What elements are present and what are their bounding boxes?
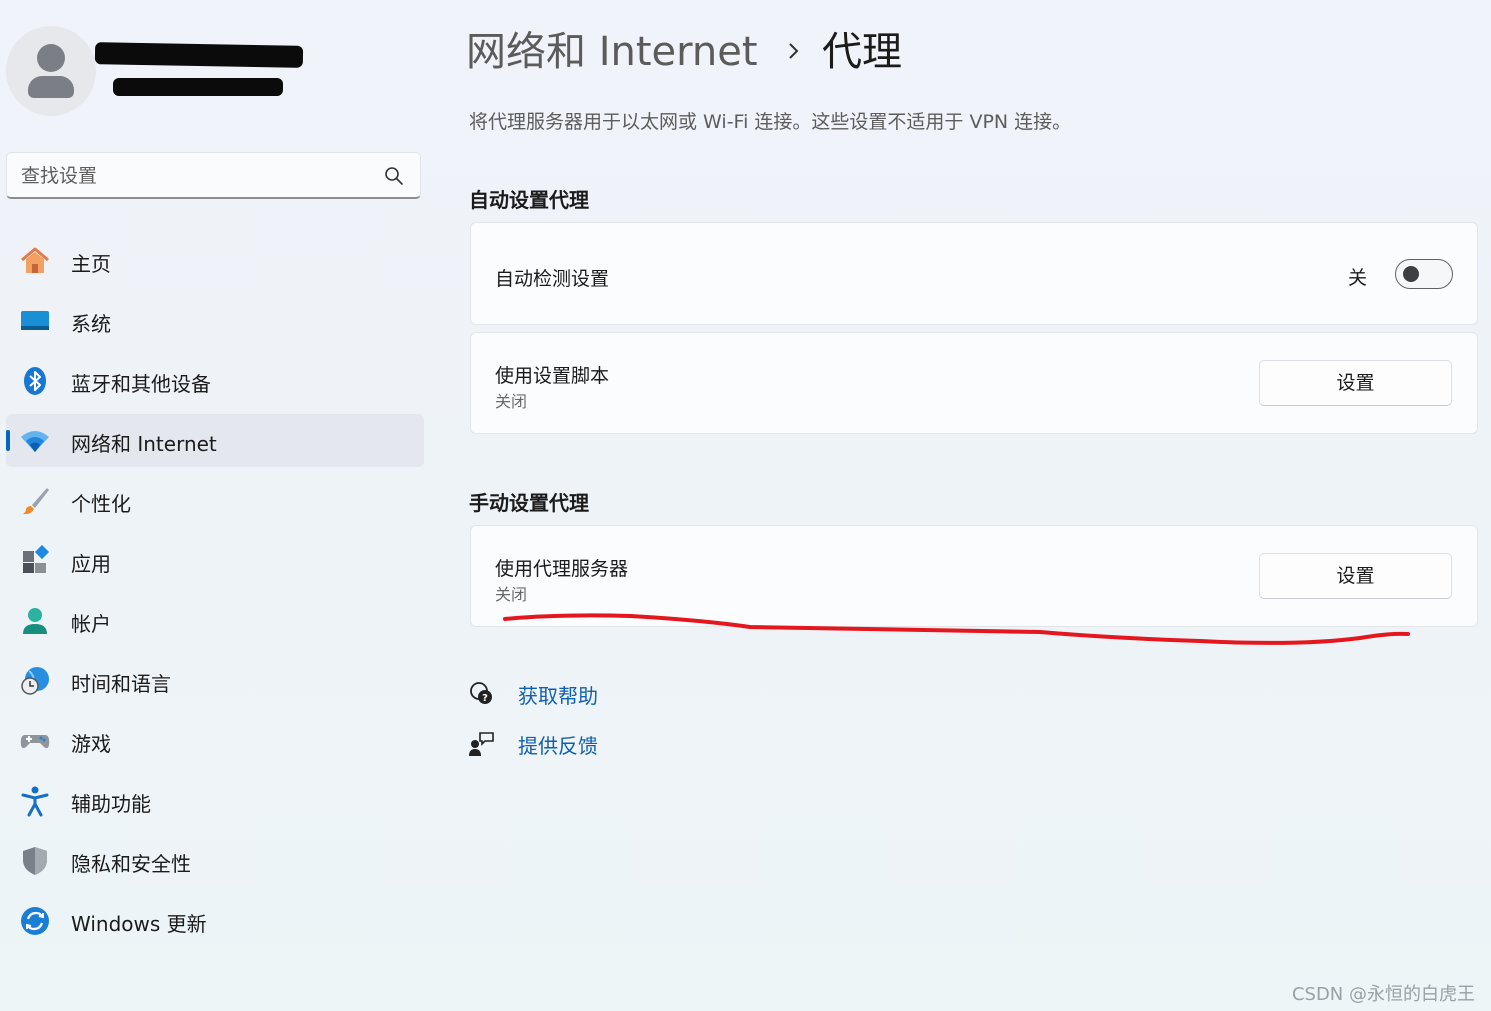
proxy-server-button[interactable]: 设置: [1259, 553, 1452, 599]
sidebar-item-label: 游戏: [71, 732, 111, 756]
sidebar-item-gaming[interactable]: 游戏: [6, 714, 424, 767]
auto-detect-toggle[interactable]: [1395, 259, 1453, 289]
proxy-server-title: 使用代理服务器: [495, 558, 629, 580]
sidebar-item-label: 应用: [71, 552, 111, 576]
sidebar-item-label: 主页: [71, 252, 111, 276]
search-icon[interactable]: [384, 166, 404, 186]
sidebar-item-personalization[interactable]: 个性化: [6, 474, 424, 527]
update-icon: [21, 907, 49, 935]
sidebar-item-label: 系统: [71, 312, 111, 336]
section-title-auto: 自动设置代理: [469, 188, 589, 212]
sidebar-item-network[interactable]: 网络和 Internet: [6, 414, 424, 467]
setup-script-status: 关闭: [495, 392, 528, 411]
sidebar-item-label: 个性化: [71, 492, 131, 516]
sidebar-nav: 主页 系统 蓝牙和其他设备 网络和 Internet 个性化 应用 帐户 时间和…: [6, 234, 424, 954]
sidebar-item-windows-update[interactable]: Windows 更新: [6, 894, 424, 947]
sidebar-item-label: 帐户: [71, 612, 111, 636]
chevron-right-icon: [789, 43, 799, 59]
give-feedback-label[interactable]: 提供反馈: [518, 730, 598, 759]
setup-script-card: 使用设置脚本 关闭 设置: [470, 332, 1478, 434]
avatar-body-shape: [28, 76, 74, 98]
sidebar-item-apps[interactable]: 应用: [6, 534, 424, 587]
setup-script-button[interactable]: 设置: [1259, 360, 1452, 406]
page-description: 将代理服务器用于以太网或 Wi-Fi 连接。这些设置不适用于 VPN 连接。: [469, 111, 1072, 133]
toggle-knob: [1403, 266, 1419, 282]
help-chat-icon: ?: [470, 682, 492, 704]
bluetooth-icon: [24, 367, 46, 395]
brush-icon: [23, 488, 49, 515]
sidebar-item-label: 时间和语言: [71, 672, 171, 696]
search-input[interactable]: [21, 153, 371, 198]
breadcrumb-parent[interactable]: 网络和 Internet: [466, 29, 758, 75]
auto-detect-title: 自动检测设置: [495, 268, 610, 290]
user-avatar[interactable]: [6, 26, 96, 116]
shield-icon: [23, 847, 47, 875]
sidebar-item-accounts[interactable]: 帐户: [6, 594, 424, 647]
proxy-server-status: 关闭: [495, 585, 528, 604]
feedback-icon: [469, 732, 494, 756]
redacted-user-email: [113, 78, 283, 96]
search-box[interactable]: [6, 152, 421, 199]
get-help-label[interactable]: 获取帮助: [518, 680, 598, 709]
proxy-server-card: 使用代理服务器 关闭 设置: [470, 525, 1478, 627]
sidebar-item-label: 蓝牙和其他设备: [71, 372, 211, 396]
watermark-text: CSDN @永恒的白虎王: [1291, 984, 1475, 1005]
account-icon: [23, 608, 47, 634]
home-icon: [21, 247, 49, 273]
sidebar-item-label: 辅助功能: [71, 792, 151, 816]
system-icon: [21, 311, 49, 330]
auto-detect-card: 自动检测设置 关: [470, 222, 1478, 325]
sidebar-item-system[interactable]: 系统: [6, 294, 424, 347]
svg-text:?: ?: [482, 693, 488, 704]
section-title-manual: 手动设置代理: [469, 491, 589, 515]
sidebar-item-accessibility[interactable]: 辅助功能: [6, 774, 424, 827]
sidebar-item-label: 网络和 Internet: [71, 432, 217, 456]
sidebar-item-label: 隐私和安全性: [71, 852, 191, 876]
redacted-user-name: [94, 42, 304, 68]
sidebar-item-time-language[interactable]: 时间和语言: [6, 654, 424, 707]
sidebar-item-privacy[interactable]: 隐私和安全性: [6, 834, 424, 887]
breadcrumb-current: 代理: [822, 29, 902, 75]
setup-script-title: 使用设置脚本: [495, 365, 610, 387]
apps-icon: [23, 545, 50, 573]
sidebar-item-label: Windows 更新: [71, 912, 207, 936]
globe-clock-icon: [21, 667, 49, 695]
sidebar-item-home[interactable]: 主页: [6, 234, 424, 287]
sidebar-item-bluetooth[interactable]: 蓝牙和其他设备: [6, 354, 424, 407]
wifi-icon: [21, 431, 49, 452]
toggle-state-label: 关: [1347, 267, 1367, 289]
gamepad-icon: [20, 735, 50, 749]
active-indicator: [6, 430, 10, 451]
accessibility-icon: [21, 786, 49, 817]
breadcrumb: 网络和 Internet 代理: [466, 26, 902, 78]
avatar-head-shape: [37, 44, 65, 72]
